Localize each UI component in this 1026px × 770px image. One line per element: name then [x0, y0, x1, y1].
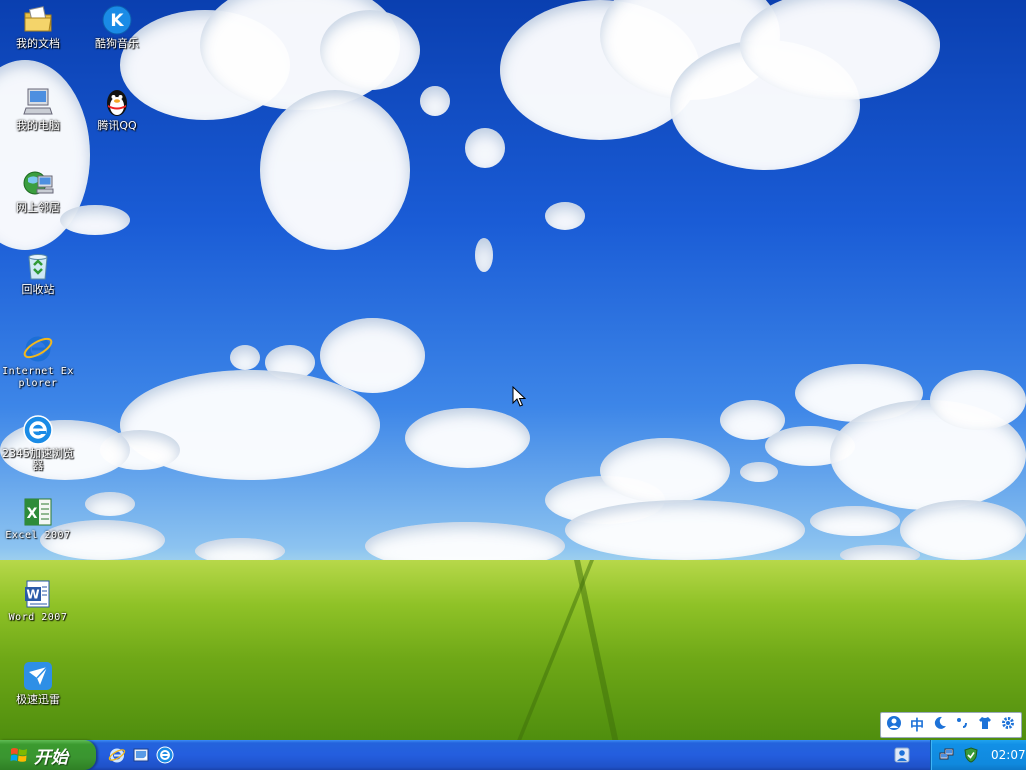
desktop-icon-recycle-bin[interactable]: 回收站 [0, 250, 76, 296]
mouse-pointer [512, 385, 527, 412]
system-tray: 02:07 [930, 740, 1026, 770]
ime-toolbar[interactable]: 中 [880, 712, 1022, 738]
quicklaunch-2345-browser-icon[interactable] [156, 746, 174, 764]
desktop-icon-kugou-music[interactable]: K 酷狗音乐 [79, 4, 155, 50]
kugou-music-icon: K [101, 4, 133, 36]
taskbar[interactable]: 开始 02:07 [0, 740, 1026, 770]
wallpaper-grass-field [0, 560, 1026, 740]
quicklaunch-internet-explorer-icon[interactable] [108, 746, 126, 764]
clock[interactable]: 02:07 [991, 748, 1026, 762]
ime-punctuation-icon[interactable] [954, 716, 971, 734]
desktop-icon-2345-browser[interactable]: 2345加速浏览器 [0, 414, 76, 472]
security-shield-icon[interactable] [963, 747, 979, 763]
qq-penguin-icon [101, 86, 133, 118]
network-connection-icon[interactable] [939, 747, 955, 763]
ime-halfwidth-moon-icon[interactable] [931, 716, 948, 734]
svg-text:X: X [27, 506, 38, 522]
my-documents-icon [22, 4, 54, 36]
desktop-icon-word-2007[interactable]: W Word 2007 [0, 578, 76, 624]
desktop[interactable]: 我的文档 K 酷狗音乐 我的电脑 腾讯QQ 网上邻居 回收站 Internet … [0, 0, 1026, 740]
start-button[interactable]: 开始 [0, 740, 96, 770]
windows-flag-icon [10, 746, 28, 764]
word-icon: W [22, 578, 54, 610]
excel-icon: X [22, 496, 54, 528]
start-button-label: 开始 [34, 747, 68, 768]
quick-launch-bar [108, 744, 174, 766]
ime-chinese-mode-toggle[interactable]: 中 [908, 715, 925, 735]
svg-text:W: W [26, 588, 39, 602]
desktop-icon-excel-2007[interactable]: X Excel 2007 [0, 496, 76, 542]
desktop-icon-xunlei[interactable]: 极速迅雷 [0, 660, 76, 706]
desktop-icon-internet-explorer[interactable]: Internet Explorer [0, 332, 76, 390]
my-computer-icon [22, 86, 54, 118]
ime-settings-gear-icon[interactable] [999, 716, 1016, 734]
desktop-icon-qq[interactable]: 腾讯QQ [79, 86, 155, 132]
svg-text:K: K [110, 11, 124, 31]
internet-explorer-icon [22, 332, 54, 364]
desktop-icon-network-places[interactable]: 网上邻居 [0, 168, 76, 214]
recycle-bin-icon [22, 250, 54, 282]
ime-skin-shirt-icon[interactable] [976, 716, 993, 734]
ime-logo-icon[interactable] [886, 715, 903, 735]
xunlei-icon [22, 660, 54, 692]
browser-2345-icon [22, 414, 54, 446]
tray-user-icon[interactable] [892, 744, 912, 766]
desktop-icon-my-computer[interactable]: 我的电脑 [0, 86, 76, 132]
desktop-icon-my-documents[interactable]: 我的文档 [0, 4, 76, 50]
quicklaunch-show-desktop-icon[interactable] [132, 746, 150, 764]
network-places-icon [22, 168, 54, 200]
